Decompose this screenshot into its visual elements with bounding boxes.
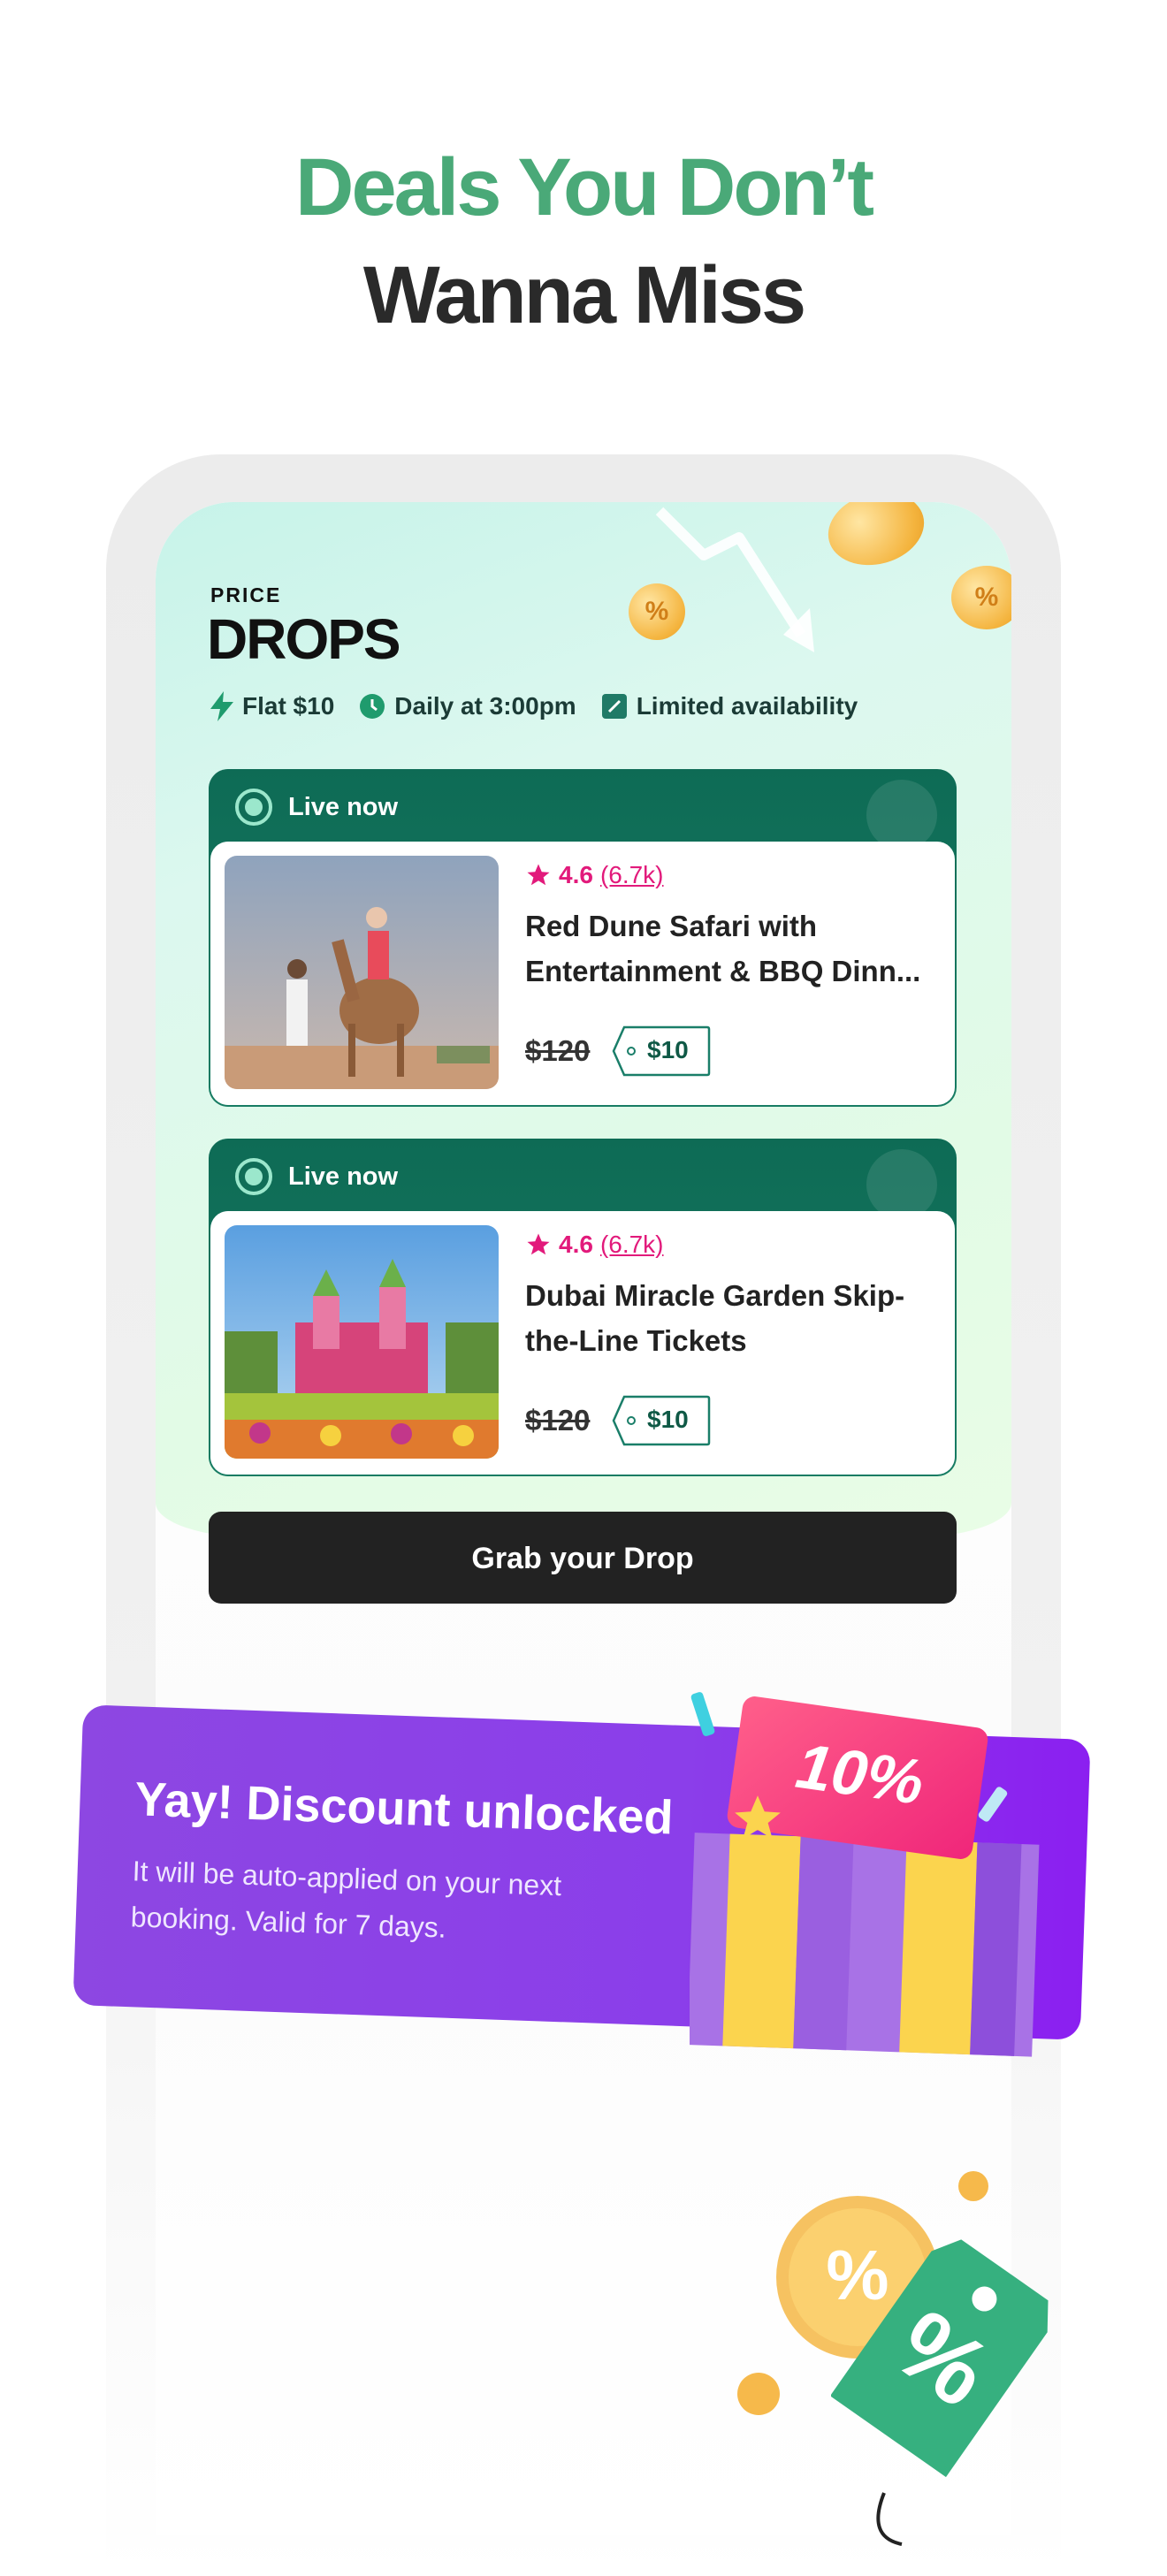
star-icon	[527, 864, 550, 886]
star-icon	[735, 1795, 781, 1840]
headline-line2: Wanna Miss	[362, 250, 806, 340]
gift-box-icon	[690, 1833, 1040, 2057]
price-drops-label-top: PRICE	[210, 583, 282, 606]
live-status-label: Live now	[288, 792, 399, 821]
deal-card-body: 4.6 (6.7k) Dubai Miracle Garden Skip-the…	[210, 1211, 955, 1475]
live-indicator-icon	[235, 1158, 272, 1195]
ticket-icon	[601, 694, 627, 719]
coin-small	[958, 2171, 988, 2201]
price-drops-logo: DROPS	[207, 607, 401, 671]
chip-flat-label: Flat $10	[242, 692, 335, 720]
live-indicator-icon	[235, 789, 272, 826]
new-price: $10	[647, 1406, 689, 1433]
card-decoration-icon	[866, 780, 937, 850]
coin-icon: %	[951, 566, 1011, 629]
chip-daily-label: Daily at 3:00pm	[394, 692, 576, 720]
live-status: Live now	[235, 789, 398, 826]
discount-badge-label: 10%	[791, 1730, 928, 1818]
price-drop-arrow-icon	[655, 507, 814, 652]
new-price: $10	[647, 1036, 689, 1063]
confetti-icon	[690, 1692, 715, 1736]
coin-small	[737, 2373, 780, 2415]
rating: 4.6 (6.7k)	[525, 1231, 664, 1259]
chip-daily: Daily at 3:00pm	[359, 692, 576, 720]
chip-limited-label: Limited availability	[636, 692, 858, 720]
rating-value: 4.6	[559, 1231, 593, 1258]
feature-chips: Flat $10 Daily at 3:00pm Limited availab…	[210, 691, 858, 721]
grab-drop-button[interactable]: Grab your Drop	[209, 1512, 957, 1604]
discount-banner-subtitle: It will be auto-applied on your next boo…	[130, 1855, 562, 1944]
chip-limited: Limited availability	[601, 692, 858, 720]
price-tag-icon: %	[831, 2239, 1049, 2546]
coin-icon	[820, 502, 933, 575]
card-decoration-icon	[866, 1149, 937, 1220]
new-price-tag: $10	[612, 1025, 711, 1077]
price-drops-panel: % % PRICE DROPS Flat $10 Daily at 3:00pm…	[156, 502, 1011, 1538]
review-count-link[interactable]: (6.7k)	[600, 1231, 664, 1259]
new-price-tag: $10	[612, 1395, 711, 1446]
live-status-label: Live now	[288, 1162, 399, 1191]
headline-line1: Deals You Don’t	[295, 142, 874, 232]
deal-card-body: 4.6 (6.7k) Red Dune Safari with Entertai…	[210, 842, 955, 1105]
discount-banner-title: Yay! Discount unlocked	[133, 1772, 675, 1845]
deal-title: Dubai Miracle Garden Skip-the-Line Ticke…	[525, 1279, 905, 1357]
deal-image	[225, 856, 499, 1089]
chip-flat: Flat $10	[210, 691, 334, 721]
clock-icon	[360, 694, 385, 719]
bolt-icon	[210, 691, 233, 721]
old-price: $120	[525, 1404, 591, 1437]
star-icon	[527, 1233, 550, 1255]
deal-image	[225, 1225, 499, 1459]
rating-value: 4.6	[559, 861, 593, 888]
deal-title: Red Dune Safari with Entertainment & BBQ…	[525, 910, 921, 987]
review-count-link[interactable]: (6.7k)	[600, 861, 664, 889]
deal-card[interactable]: Live now	[209, 1139, 957, 1476]
confetti-icon	[978, 1787, 1008, 1822]
deal-card[interactable]: Live now	[209, 769, 957, 1107]
live-status: Live now	[235, 1158, 398, 1195]
rating: 4.6 (6.7k)	[525, 861, 664, 889]
old-price: $120	[525, 1034, 591, 1067]
